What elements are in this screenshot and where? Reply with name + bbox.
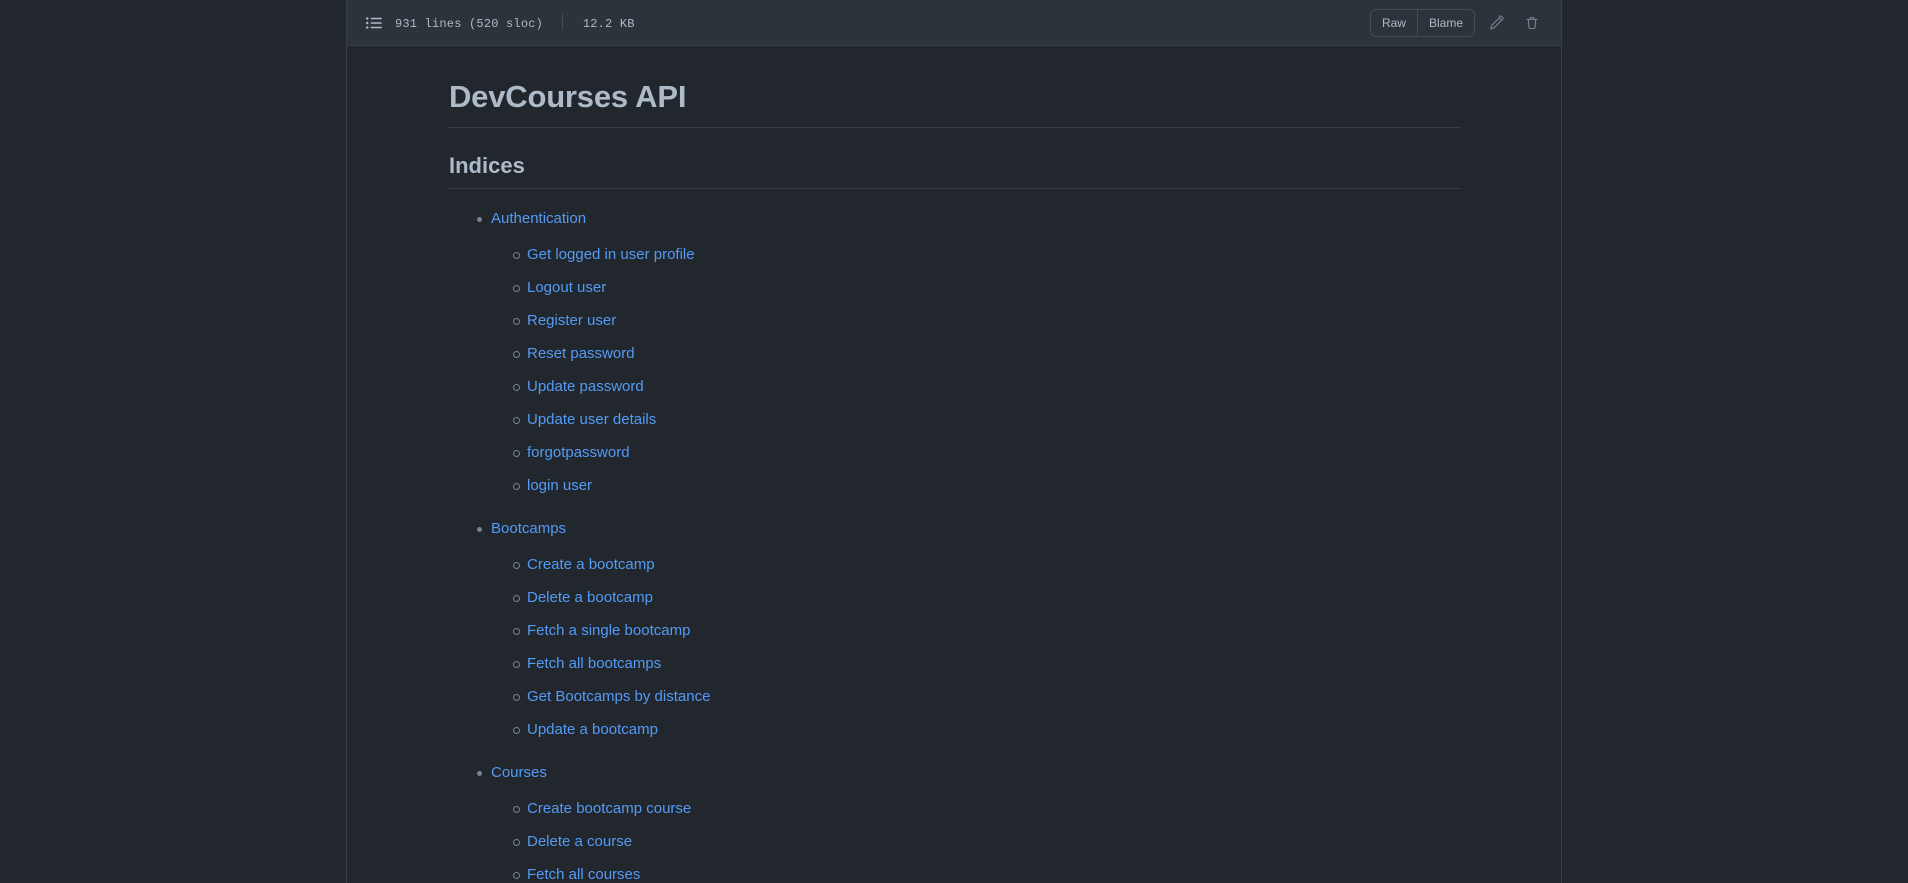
indices-heading: Indices <box>449 152 1461 190</box>
page-root: 931 lines (520 sloc) 12.2 KB Raw Blame D… <box>0 0 1908 883</box>
index-link[interactable]: forgotpassword <box>527 444 630 461</box>
file-header-actions: Raw Blame <box>1369 8 1547 37</box>
list-item-group: Authentication Get logged in user profil… <box>477 205 1461 497</box>
list-item: Fetch all bootcamps <box>513 652 1461 675</box>
index-link[interactable]: Fetch all courses <box>527 866 640 883</box>
sublist-authentication: Get logged in user profile Logout user R… <box>477 243 1461 497</box>
list-item: Get logged in user profile <box>513 243 1461 266</box>
list-item: Delete a bootcamp <box>513 586 1461 609</box>
group-link-courses[interactable]: Courses <box>491 764 547 781</box>
index-link[interactable]: Create a bootcamp <box>527 556 655 573</box>
list-item: Get Bootcamps by distance <box>513 685 1461 708</box>
index-link[interactable]: Update a bootcamp <box>527 721 658 738</box>
list-item: login user <box>513 474 1461 497</box>
list-item: Update password <box>513 375 1461 398</box>
index-link[interactable]: Delete a bootcamp <box>527 589 653 606</box>
index-link[interactable]: Get logged in user profile <box>527 246 695 263</box>
list-item: forgotpassword <box>513 441 1461 464</box>
indices-list: Authentication Get logged in user profil… <box>449 205 1461 883</box>
list-item: Delete a course <box>513 830 1461 853</box>
list-item: Fetch a single bootcamp <box>513 619 1461 642</box>
markdown-body: DevCourses API Indices Authentication Ge… <box>347 46 1561 883</box>
list-item: Update a bootcamp <box>513 718 1461 741</box>
markdown-scroll-area[interactable]: DevCourses API Indices Authentication Ge… <box>347 46 1561 883</box>
list-item: Create a bootcamp <box>513 553 1461 576</box>
raw-button[interactable]: Raw <box>1371 10 1417 36</box>
list-item: Logout user <box>513 276 1461 299</box>
group-label-line: Authentication <box>477 205 1461 233</box>
list-item: Register user <box>513 309 1461 332</box>
page-title: DevCourses API <box>449 78 1461 128</box>
file-size: 12.2 KB <box>582 17 635 31</box>
index-link[interactable]: Update password <box>527 378 644 395</box>
index-link[interactable]: Create bootcamp course <box>527 800 691 817</box>
index-link[interactable]: Fetch a single bootcamp <box>527 622 690 639</box>
list-item-group: Bootcamps Create a bootcamp Delete a boo… <box>477 515 1461 741</box>
index-link[interactable]: Register user <box>527 312 616 329</box>
index-link[interactable]: Fetch all bootcamps <box>527 655 661 672</box>
file-lines-count: 931 lines (520 sloc) <box>395 17 544 31</box>
file-header-toolbar: 931 lines (520 sloc) 12.2 KB Raw Blame <box>347 0 1561 46</box>
file-header-left: 931 lines (520 sloc) 12.2 KB <box>365 14 1370 32</box>
index-link[interactable]: Get Bootcamps by distance <box>527 688 710 705</box>
blame-button[interactable]: Blame <box>1416 9 1474 36</box>
edit-file-button[interactable] <box>1481 9 1511 37</box>
index-link[interactable]: login user <box>527 477 592 494</box>
index-link[interactable]: Reset password <box>527 345 635 362</box>
pencil-icon <box>1490 14 1504 29</box>
index-link[interactable]: Delete a course <box>527 833 632 850</box>
list-item: Create bootcamp course <box>513 797 1461 820</box>
meta-divider <box>562 14 564 30</box>
file-meta: 931 lines (520 sloc) 12.2 KB <box>395 14 635 31</box>
group-link-bootcamps[interactable]: Bootcamps <box>491 520 566 537</box>
list-unordered-icon[interactable] <box>365 14 383 32</box>
list-item: Fetch all courses <box>513 863 1461 883</box>
sublist-bootcamps: Create a bootcamp Delete a bootcamp Fetc… <box>477 553 1461 741</box>
raw-blame-button-group: Raw Blame <box>1369 8 1475 37</box>
sublist-courses: Create bootcamp course Delete a course F… <box>477 797 1461 883</box>
list-item-group: Courses Create bootcamp course Delete a … <box>477 759 1461 883</box>
index-link[interactable]: Logout user <box>527 279 606 296</box>
list-item: Update user details <box>513 408 1461 431</box>
trash-icon <box>1526 16 1538 29</box>
file-content-panel: 931 lines (520 sloc) 12.2 KB Raw Blame D… <box>346 0 1562 883</box>
index-link[interactable]: Update user details <box>527 411 656 428</box>
group-label-line: Bootcamps <box>477 515 1461 543</box>
group-link-authentication[interactable]: Authentication <box>491 210 586 227</box>
delete-file-button[interactable] <box>1517 9 1547 37</box>
list-item: Reset password <box>513 342 1461 365</box>
group-label-line: Courses <box>477 759 1461 787</box>
